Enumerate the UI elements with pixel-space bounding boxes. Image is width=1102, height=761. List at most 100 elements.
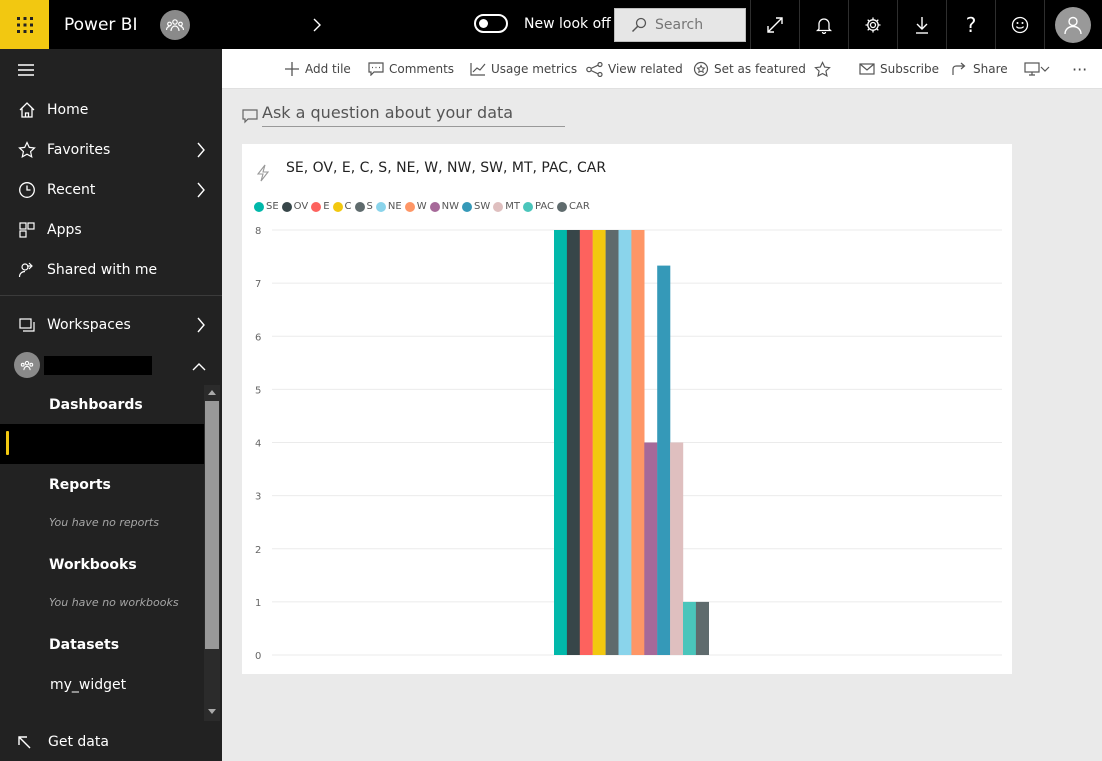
bar-sw[interactable] [657,265,671,655]
legend-item[interactable]: W [404,201,427,212]
nav-item-label: Shared with me [47,262,158,278]
chevron-right-icon[interactable] [196,142,206,162]
bar-se[interactable] [554,230,568,655]
bar-c[interactable] [592,230,606,655]
legend-item[interactable]: OV [281,201,308,212]
share-button[interactable]: Share [952,49,1008,89]
nav-item-favorites[interactable]: Favorites [0,130,222,170]
legend-item[interactable]: NE [375,201,402,212]
toggle-switch[interactable] [474,14,508,33]
nav-item-home[interactable]: Home [0,90,222,130]
usage-metrics-label: Usage metrics [491,62,578,76]
profile-avatar[interactable] [1055,7,1091,43]
selected-dashboard-item[interactable] [0,424,204,464]
home-icon [16,101,38,119]
y-tick-label: 5 [255,385,261,396]
breadcrumb-chevron[interactable] [312,15,328,35]
chevron-right-icon[interactable] [196,317,206,337]
legend-item[interactable]: MT [493,201,520,212]
bar-e[interactable] [579,230,593,655]
nav-item-shared-with-me[interactable]: Shared with me [0,250,222,290]
tile-title: SE, OV, E, C, S, NE, W, NW, SW, MT, PAC,… [286,160,607,176]
y-tick-label: 4 [255,439,261,450]
usage-metrics-button[interactable]: Usage metrics [470,49,577,89]
legend-label: NW [441,201,459,212]
plus-icon [284,61,300,77]
app-launcher-button[interactable] [0,0,49,49]
legend-item[interactable]: CAR [557,201,590,212]
bar-car[interactable] [695,601,709,655]
workspace-avatar[interactable] [160,9,190,40]
qna-input[interactable]: Ask a question about your data [262,103,565,127]
nav-scrollbar[interactable] [204,385,220,721]
scroll-down-icon[interactable] [207,707,217,717]
apps-icon [16,221,38,239]
featured-icon [693,61,709,77]
help-button[interactable]: ? [946,0,995,49]
legend-item[interactable]: NW [429,201,459,212]
group-icon [166,18,184,31]
chevron-up-icon[interactable] [192,357,206,376]
legend-item[interactable]: SW [461,201,490,212]
workspaces-icon [16,316,38,334]
bar-ne[interactable] [618,230,632,655]
nav-item-workspaces[interactable]: Workspaces [0,305,222,345]
new-look-toggle[interactable]: New look off [474,14,611,33]
legend-swatch [493,201,504,212]
qna-box[interactable]: Ask a question about your data [242,103,565,128]
subscribe-button[interactable]: Subscribe [859,49,939,89]
bar-pac[interactable] [683,601,697,655]
legend-label: PAC [534,201,555,212]
selection-indicator [6,431,9,455]
legend-item[interactable]: S [354,201,373,212]
settings-button[interactable] [848,0,897,49]
legend-item[interactable]: E [311,201,330,212]
get-data-button[interactable]: Get data [0,723,222,761]
bar-mt[interactable] [670,442,684,656]
view-related-button[interactable]: View related [586,49,683,89]
legend-label: W [416,201,427,212]
legend-swatch [557,201,568,212]
bar-nw[interactable] [644,442,658,656]
section-workbooks[interactable]: Workbooks [49,557,137,573]
section-datasets[interactable]: Datasets [49,637,119,653]
scroll-up-icon[interactable] [207,387,217,397]
more-options-button[interactable]: ··· [1072,49,1087,89]
hamburger-menu-button[interactable] [17,62,35,81]
legend-item[interactable]: PAC [522,201,555,212]
bar-ov[interactable] [566,230,580,655]
comments-button[interactable]: Comments [368,49,454,89]
section-dashboards[interactable]: Dashboards [49,397,143,413]
nav-item-recent[interactable]: Recent [0,170,222,210]
view-mode-dropdown[interactable] [1024,49,1055,89]
fullscreen-button[interactable] [750,0,799,49]
scrollbar-thumb[interactable] [205,401,219,649]
legend-item[interactable]: SE [254,201,279,212]
legend-item[interactable]: C [332,201,352,212]
envelope-icon [859,63,875,75]
add-tile-button[interactable]: Add tile [284,49,351,89]
feedback-button[interactable] [995,0,1044,49]
legend-swatch [404,201,415,212]
subscribe-label: Subscribe [880,62,939,76]
chart-legend: SE OV E C S NE W NW SW MT PAC CAR [254,201,593,212]
y-tick-label: 1 [255,598,261,609]
dataset-item[interactable]: my_widget [50,677,126,693]
bell-icon [816,17,832,34]
chevron-right-icon[interactable] [196,182,206,202]
workspace-row[interactable] [0,349,222,381]
chart-tile[interactable]: SE, OV, E, C, S, NE, W, NW, SW, MT, PAC,… [242,144,1012,674]
app-title[interactable]: Power BI [64,15,146,35]
legend-label: C [344,201,352,212]
set-as-featured-label: Set as featured [714,62,806,76]
search-input[interactable]: Search [614,8,746,42]
legend-swatch [354,201,365,212]
nav-item-apps[interactable]: Apps [0,210,222,250]
set-as-featured-button[interactable]: Set as featured [693,49,806,89]
download-button[interactable] [897,0,946,49]
favorite-button[interactable] [814,49,836,89]
bar-s[interactable] [605,230,619,655]
bar-w[interactable] [631,230,645,655]
section-reports[interactable]: Reports [49,477,111,493]
notifications-button[interactable] [799,0,848,49]
